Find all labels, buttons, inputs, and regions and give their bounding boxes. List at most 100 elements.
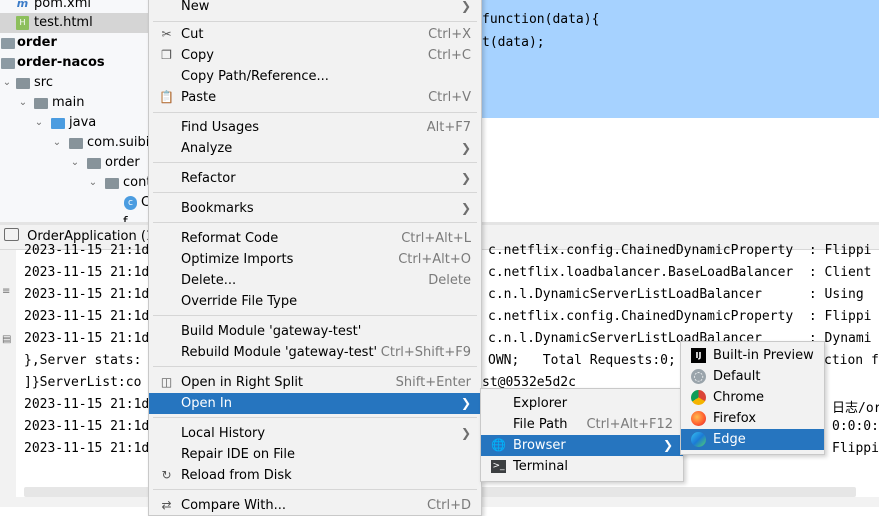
run-tab-label: OrderApplication (1): [27, 229, 160, 244]
menu-item-label: File Path: [513, 417, 568, 432]
menu-item-label: Find Usages: [181, 120, 260, 135]
menu-item-file-path[interactable]: File Path Ctrl+Alt+F12: [481, 414, 683, 435]
globe-icon: 🌐: [491, 438, 506, 452]
menu-item-open-in[interactable]: Open In ❯: [149, 393, 481, 414]
log-line: ]}ServerList:co: [24, 375, 142, 390]
menu-item-label: Compare With...: [181, 498, 287, 513]
menu-item-copy[interactable]: ❐ Copy Ctrl+C: [149, 45, 481, 66]
menu-item-explorer[interactable]: Explorer: [481, 393, 683, 414]
menu-item-label: Override File Type: [181, 294, 298, 309]
menu-item-shortcut: Ctrl+D: [426, 498, 471, 513]
tree-item-controller[interactable]: ⌄ cont: [0, 173, 150, 193]
menu-item-build-module[interactable]: Build Module 'gateway-test': [149, 321, 481, 342]
chevron-right-icon: ❯: [460, 396, 471, 410]
menu-separator: [153, 315, 477, 316]
log-line: c.netflix.config.ChainedDynamicProperty …: [488, 243, 872, 258]
tree-item-order[interactable]: order: [0, 33, 150, 53]
menu-item-terminal[interactable]: >_ Terminal: [481, 456, 683, 477]
menu-item-label: Built-in Preview: [713, 348, 814, 363]
module-folder-icon: [1, 58, 15, 69]
tree-item-more[interactable]: ⌄ f: [0, 213, 150, 222]
print-icon[interactable]: ▤: [2, 334, 12, 345]
menu-item-reload-from-disk[interactable]: ↻ Reload from Disk: [149, 465, 481, 486]
reload-icon: ↻: [161, 468, 172, 482]
menu-item-label: Repair IDE on File: [181, 447, 296, 462]
menu-item-paste[interactable]: 📋 Paste Ctrl+V: [149, 87, 481, 108]
context-menu: New ❯ ✂ Cut Ctrl+X ❐ Copy Ctrl+C Copy Pa…: [148, 0, 482, 516]
chevron-right-icon: ❯: [460, 171, 471, 185]
log-line: 2023-11-15 21:1d: [24, 397, 150, 412]
menu-item-edge[interactable]: Edge: [681, 429, 824, 450]
tree-item-test-html[interactable]: H test.html: [0, 13, 150, 33]
menu-item-label: Build Module 'gateway-test': [181, 324, 362, 339]
tree-item-java[interactable]: ⌄ java: [0, 113, 150, 133]
menu-item-repair-ide[interactable]: Repair IDE on File: [149, 444, 481, 465]
menu-item-rebuild-module[interactable]: Rebuild Module 'gateway-test' Ctrl+Shift…: [149, 342, 481, 363]
menu-item-copy-path[interactable]: Copy Path/Reference...: [149, 66, 481, 87]
menu-item-cut[interactable]: ✂ Cut Ctrl+X: [149, 24, 481, 45]
chevron-right-icon: ❯: [662, 438, 673, 452]
tree-item-src[interactable]: ⌄ src: [0, 73, 150, 93]
menu-item-label: New: [181, 0, 210, 14]
tree-item-main[interactable]: ⌄ main: [0, 93, 150, 113]
chevron-down-icon[interactable]: ⌄: [34, 113, 44, 133]
menu-item-label: Refactor: [181, 171, 236, 186]
menu-item-analyze[interactable]: Analyze ❯: [149, 138, 481, 159]
menu-item-firefox[interactable]: Firefox: [681, 408, 824, 429]
menu-item-default-browser[interactable]: ◌ Default: [681, 366, 824, 387]
menu-item-shortcut: Delete: [428, 273, 471, 288]
tree-item-order-nacos[interactable]: order-nacos: [0, 53, 150, 73]
tree-item-package[interactable]: ⌄ com.suibib: [0, 133, 150, 153]
menu-item-label: Local History: [181, 426, 266, 441]
menu-item-optimize-imports[interactable]: Optimize Imports Ctrl+Alt+O: [149, 249, 481, 270]
menu-item-label: Chrome: [713, 390, 764, 405]
menu-separator: [153, 222, 477, 223]
log-line: 0:0:0:: [832, 419, 879, 434]
chevron-down-icon[interactable]: ⌄: [52, 133, 62, 153]
tree-item-pom[interactable]: m pom.xml: [0, 0, 150, 14]
menu-item-new[interactable]: New ❯: [149, 0, 481, 17]
tree-item-class[interactable]: c C: [0, 193, 150, 213]
log-line: },Server stats:: [24, 353, 142, 368]
package-icon: [87, 158, 101, 169]
menu-item-find-usages[interactable]: Find Usages Alt+F7: [149, 117, 481, 138]
browser-submenu: IJ Built-in Preview ◌ Default Chrome Fir…: [680, 341, 825, 455]
menu-item-shortcut: Ctrl+Alt+F12: [586, 417, 673, 432]
menu-item-open-right-split[interactable]: ◫ Open in Right Split Shift+Enter: [149, 372, 481, 393]
menu-item-delete[interactable]: Delete... Delete: [149, 270, 481, 291]
menu-item-label: Rebuild Module 'gateway-test': [181, 345, 378, 360]
menu-item-chrome[interactable]: Chrome: [681, 387, 824, 408]
log-line: 2023-11-15 21:1d: [24, 419, 150, 434]
menu-item-label: Open In: [181, 396, 232, 411]
chevron-down-icon[interactable]: ⌄: [70, 153, 80, 173]
menu-item-built-in-preview[interactable]: IJ Built-in Preview: [681, 345, 824, 366]
menu-item-label: Edge: [713, 432, 746, 447]
source-folder-icon: [51, 118, 65, 129]
menu-item-shortcut: Ctrl+Alt+L: [401, 231, 471, 246]
tree-item-label: order: [17, 35, 57, 50]
tree-item-label: test.html: [34, 15, 93, 30]
default-browser-icon: ◌: [691, 369, 706, 384]
log-line: ction f: [824, 353, 879, 368]
log-line: OWN; Total Requests:0;: [488, 353, 676, 368]
open-in-submenu: Explorer File Path Ctrl+Alt+F12 🌐 Browse…: [480, 388, 684, 482]
menu-item-local-history[interactable]: Local History ❯: [149, 423, 481, 444]
clipboard-icon: 📋: [159, 90, 174, 104]
menu-item-refactor[interactable]: Refactor ❯: [149, 168, 481, 189]
chevron-down-icon[interactable]: ⌄: [88, 213, 98, 222]
chevron-down-icon[interactable]: ⌄: [2, 73, 12, 93]
soft-wrap-icon[interactable]: ≡: [2, 286, 12, 297]
menu-item-bookmarks[interactable]: Bookmarks ❯: [149, 198, 481, 219]
log-line: 2023-11-15 21:1d: [24, 243, 150, 258]
firefox-icon: [691, 411, 706, 426]
chevron-down-icon[interactable]: ⌄: [18, 93, 28, 113]
menu-item-compare-with[interactable]: ⇄ Compare With... Ctrl+D: [149, 495, 481, 516]
package-icon: [105, 178, 119, 189]
menu-separator: [153, 112, 477, 113]
menu-item-override-file-type[interactable]: Override File Type: [149, 291, 481, 312]
chevron-down-icon[interactable]: ⌄: [88, 173, 98, 193]
menu-item-browser[interactable]: 🌐 Browser ❯: [481, 435, 683, 456]
menu-item-reformat-code[interactable]: Reformat Code Ctrl+Alt+L: [149, 228, 481, 249]
menu-item-label: Reload from Disk: [181, 468, 292, 483]
tree-item-order-package[interactable]: ⌄ order: [0, 153, 150, 173]
